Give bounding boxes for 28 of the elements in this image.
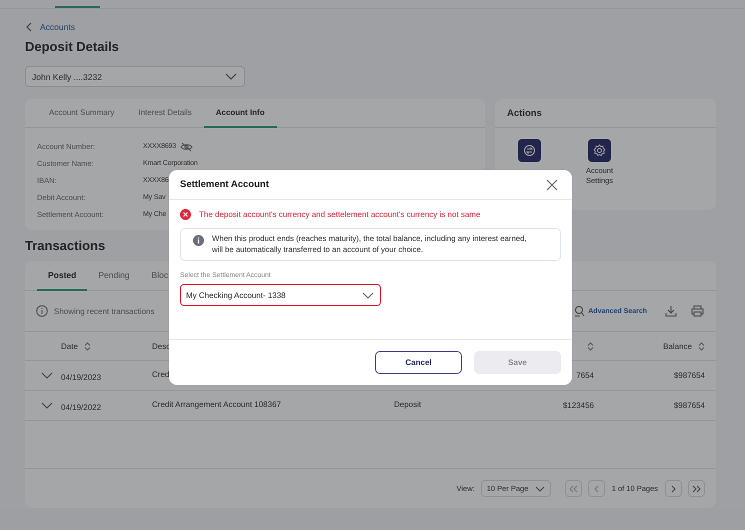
cancel-button[interactable]: Cancel [375,351,462,374]
page-title: Deposit Details [25,39,120,54]
notice-text: Showing recent transactions [54,306,154,316]
tab[interactable]: Posted [37,261,88,291]
account-dropdown[interactable]: John Kelly ....3232 [25,66,245,87]
column-header: Balance [663,342,692,350]
card-title: Actions [495,99,716,128]
table-cell: $123456 [562,401,594,410]
table-cell: $987654 [674,371,705,380]
section-title: Transactions [25,238,106,253]
tab[interactable]: Account Summary [37,99,126,128]
column-header: Desc [152,342,170,350]
table-cell: 7654 [576,371,594,380]
tab[interactable]: Interest Details [126,99,204,128]
settlement-account-dropdown[interactable]: My Checking Account- 1338 [180,284,381,306]
error-message: The deposit account's currency and settelement account's currency is not same [199,210,480,219]
table-cell: Credit Arrangement Account 108367 [152,400,281,411]
breadcrumb-link[interactable]: Accounts [40,22,75,32]
table-cell: $987654 [674,401,705,410]
table-cell-text: 04/19/2022 [61,402,102,412]
column-header: Date [61,342,78,350]
table-cell: Cred [152,370,170,381]
tab[interactable]: Bloc [140,261,168,291]
table-cell: Deposit [394,400,422,411]
tab[interactable]: Pending [87,261,141,291]
dialog-title: Settlement Account [180,179,269,190]
table-cell-text: 04/19/2023 [61,372,102,382]
tab[interactable]: Account Info [204,99,277,128]
